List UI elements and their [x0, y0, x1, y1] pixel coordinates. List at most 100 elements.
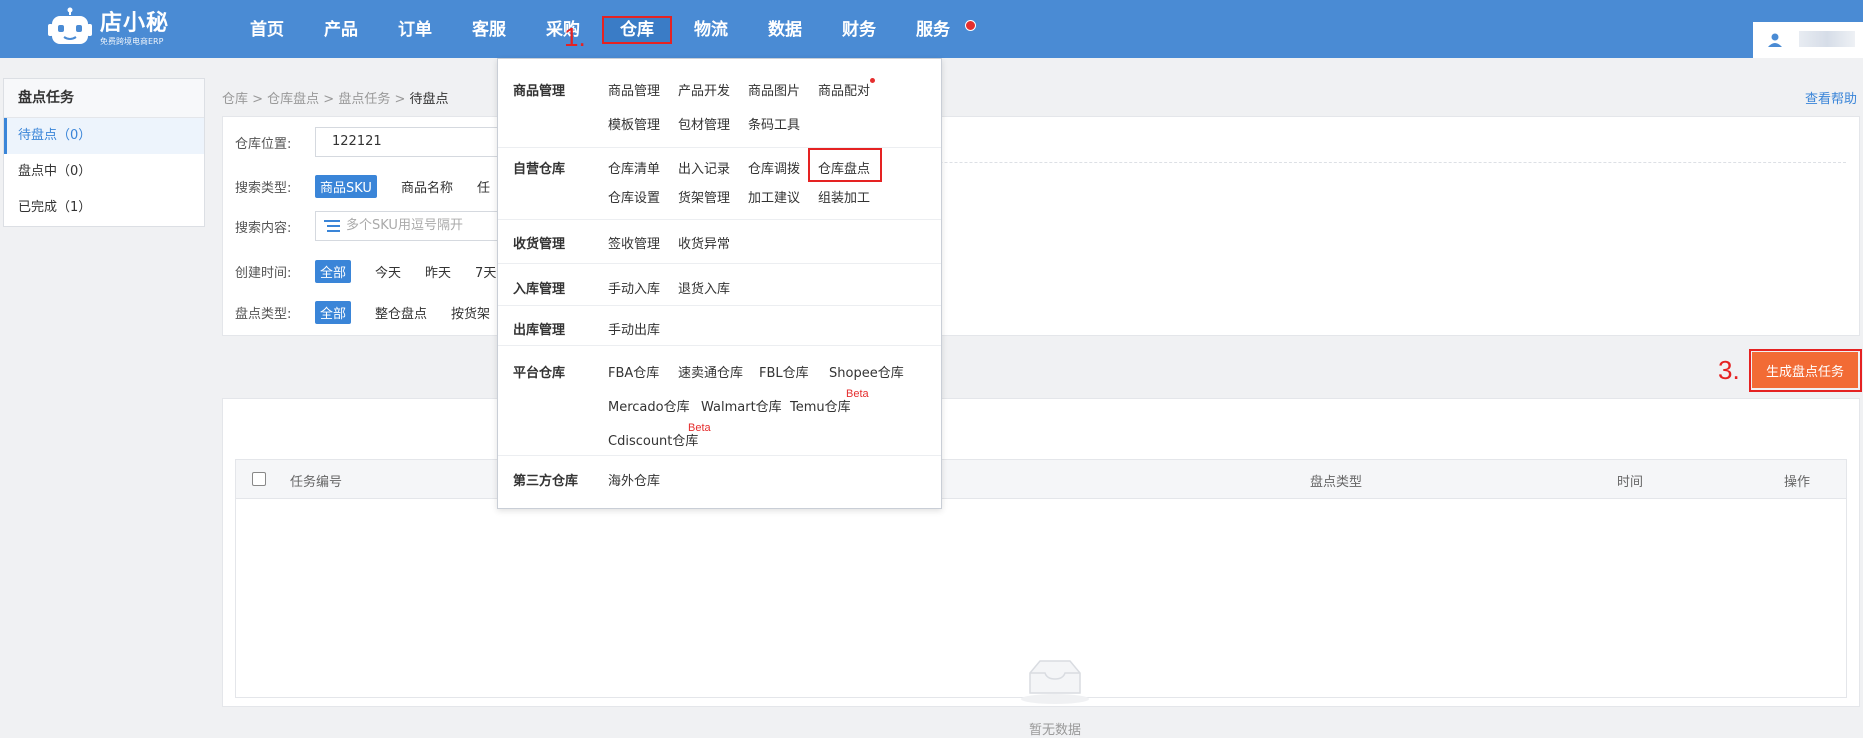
- nav-label: 产品: [324, 20, 358, 40]
- nav-services[interactable]: 服务: [896, 0, 976, 58]
- search-type-sku[interactable]: 商品SKU: [315, 175, 377, 198]
- nav-orders[interactable]: 订单: [378, 0, 452, 58]
- menu-group-third-party-warehouse: 第三方仓库 海外仓库: [498, 455, 941, 508]
- menu-item-packaging-management[interactable]: 包材管理: [678, 114, 730, 133]
- main-nav: 首页 产品 订单 客服 采购 仓库 物流 数据 财务 服务: [230, 0, 976, 58]
- breadcrumb-path[interactable]: 仓库 > 仓库盘点 > 盘点任务 >: [222, 92, 409, 107]
- nav-finance[interactable]: 财务: [822, 0, 896, 58]
- menu-item-aliexpress-warehouse[interactable]: 速卖通仓库: [678, 362, 743, 381]
- brand-tagline: 免费跨境电商ERP: [100, 37, 164, 46]
- menu-item-barcode-tool[interactable]: 条码工具: [748, 114, 800, 133]
- menu-item-sign-management[interactable]: 签收管理: [608, 233, 660, 252]
- task-table-panel: 任务编号 盘点类型 时间 操作 暂无数据: [222, 398, 1860, 738]
- list-icon: [324, 220, 340, 232]
- created-time-label: 创建时间:: [235, 266, 292, 281]
- menu-group-inbound: 入库管理 手动入库 退货入库: [498, 263, 941, 306]
- created-time-7days[interactable]: 7天: [475, 262, 496, 281]
- help-link[interactable]: 查看帮助: [1805, 88, 1857, 107]
- beta-badge: Beta: [846, 388, 869, 400]
- menu-item-product-development[interactable]: 产品开发: [678, 80, 730, 99]
- username-redacted: [1799, 31, 1855, 47]
- menu-item-walmart-warehouse[interactable]: Walmart仓库: [701, 396, 782, 415]
- menu-item-assembly-processing[interactable]: 组装加工: [818, 187, 870, 206]
- menu-item-product-images[interactable]: 商品图片: [748, 80, 800, 99]
- empty-inbox-icon: [1021, 660, 1089, 704]
- menu-item-cdiscount-warehouse[interactable]: Cdiscount仓库: [608, 430, 698, 449]
- warehouse-label: 仓库位置:: [235, 136, 292, 152]
- brand-name: 店小秘: [100, 11, 170, 36]
- menu-item-template-management[interactable]: 模板管理: [608, 114, 660, 133]
- search-content-label: 搜索内容:: [235, 220, 292, 236]
- menu-item-manual-outbound[interactable]: 手动出库: [608, 319, 660, 338]
- filter-panel: 仓库位置: 122121 搜索类型: 商品SKU 商品名称 任 搜索内容: 多个…: [222, 116, 1860, 336]
- annotation-step-3: 3.: [1718, 355, 1740, 385]
- nav-logistics[interactable]: 物流: [674, 0, 748, 58]
- annotation-box-step-2: [808, 148, 882, 182]
- nav-customer-service[interactable]: 客服: [452, 0, 526, 58]
- menu-item-warehouse-list[interactable]: 仓库清单: [608, 158, 660, 177]
- menu-group-title: 平台仓库: [513, 366, 566, 381]
- nav-home[interactable]: 首页: [230, 0, 304, 58]
- menu-item-manual-inbound[interactable]: 手动入库: [608, 278, 660, 297]
- count-type-by-shelf[interactable]: 按货架: [451, 303, 490, 322]
- menu-item-product-management[interactable]: 商品管理: [608, 80, 660, 99]
- robot-logo-icon: [48, 7, 92, 44]
- count-type-all[interactable]: 全部: [315, 301, 352, 324]
- nav-purchase[interactable]: 采购: [526, 0, 600, 58]
- table-header: 任务编号 盘点类型 时间 操作: [235, 459, 1847, 499]
- annotation-box-step-3: [1749, 349, 1862, 392]
- menu-item-processing-suggestions[interactable]: 加工建议: [748, 187, 800, 206]
- sidebar-item-completed[interactable]: 已完成（1）: [4, 190, 204, 226]
- menu-item-shopee-warehouse[interactable]: Shopee仓库: [829, 362, 904, 381]
- menu-item-in-out-records[interactable]: 出入记录: [678, 158, 730, 177]
- menu-item-fba-warehouse[interactable]: FBA仓库: [608, 362, 659, 381]
- menu-group-title: 第三方仓库: [513, 474, 579, 489]
- nav-data[interactable]: 数据: [748, 0, 822, 58]
- search-type-name[interactable]: 商品名称: [401, 177, 453, 196]
- created-time-all[interactable]: 全部: [315, 260, 352, 283]
- sidebar-item-in-progress[interactable]: 盘点中（0）: [4, 154, 204, 190]
- nav-label: 首页: [250, 20, 284, 40]
- top-nav-bar: 店小秘 免费跨境电商ERP 首页 产品 订单 客服 采购 仓库 物流 数据 财务…: [0, 0, 1863, 58]
- warehouse-dropdown-menu: 商品管理 商品管理 产品开发 商品图片 商品配对 模板管理 包材管理 条码工具 …: [497, 58, 942, 509]
- menu-item-overseas-warehouse[interactable]: 海外仓库: [608, 470, 660, 489]
- menu-item-warehouse-settings[interactable]: 仓库设置: [608, 187, 660, 206]
- menu-item-receiving-exceptions[interactable]: 收货异常: [678, 233, 730, 252]
- search-content-placeholder: 多个SKU用逗号隔开: [346, 218, 463, 233]
- user-menu[interactable]: [1753, 22, 1863, 58]
- nav-label: 订单: [398, 20, 432, 40]
- sidebar-item-pending[interactable]: 待盘点（0）: [4, 118, 204, 154]
- count-type-whole-warehouse[interactable]: 整仓盘点: [375, 303, 427, 322]
- created-time-yesterday[interactable]: 昨天: [425, 262, 451, 281]
- column-time: 时间: [1617, 475, 1644, 490]
- menu-group-title: 收货管理: [513, 237, 566, 252]
- breadcrumb: 仓库 > 仓库盘点 > 盘点任务 > 待盘点: [222, 88, 449, 107]
- logo[interactable]: 店小秘 免费跨境电商ERP: [46, 6, 169, 52]
- column-count-type: 盘点类型: [1310, 475, 1363, 490]
- menu-item-product-matching[interactable]: 商品配对: [818, 80, 870, 99]
- menu-group-title: 入库管理: [513, 282, 566, 297]
- beta-badge: Beta: [688, 422, 711, 434]
- menu-group-title: 商品管理: [513, 84, 566, 99]
- new-badge-dot: [870, 78, 875, 83]
- nav-products[interactable]: 产品: [304, 0, 378, 58]
- menu-item-temu-warehouse[interactable]: Temu仓库: [790, 396, 851, 415]
- nav-label: 客服: [472, 20, 506, 40]
- nav-warehouse[interactable]: 仓库: [600, 0, 674, 58]
- created-time-today[interactable]: 今天: [375, 262, 401, 281]
- menu-group-platform-warehouse: 平台仓库 FBA仓库 速卖通仓库 FBL仓库 Shopee仓库 Mercado仓…: [498, 345, 941, 456]
- menu-group-title: 自营仓库: [513, 162, 566, 177]
- menu-item-shelf-management[interactable]: 货架管理: [678, 187, 730, 206]
- nav-label: 数据: [768, 20, 802, 40]
- menu-item-return-inbound[interactable]: 退货入库: [678, 278, 730, 297]
- annotation-step-1: 1.: [564, 22, 586, 52]
- menu-item-warehouse-transfer[interactable]: 仓库调拨: [748, 158, 800, 177]
- column-task-id: 任务编号: [290, 475, 343, 490]
- menu-item-fbl-warehouse[interactable]: FBL仓库: [759, 362, 809, 381]
- menu-group-outbound: 出库管理 手动出库: [498, 305, 941, 346]
- menu-group-product-management: 商品管理 商品管理 产品开发 商品图片 商品配对 模板管理 包材管理 条码工具: [498, 59, 941, 147]
- search-type-task[interactable]: 任: [477, 177, 490, 196]
- select-all-checkbox[interactable]: [252, 472, 266, 486]
- menu-item-mercado-warehouse[interactable]: Mercado仓库: [608, 396, 690, 415]
- menu-group-receiving: 收货管理 签收管理 收货异常: [498, 219, 941, 264]
